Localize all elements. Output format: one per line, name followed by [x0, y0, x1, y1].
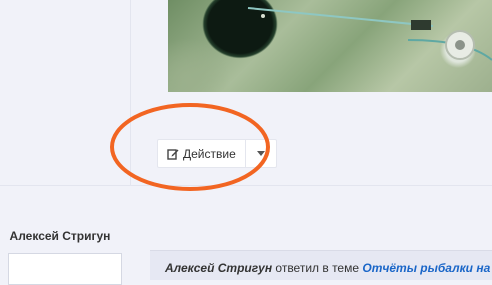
author-column — [0, 0, 131, 185]
activity-line: Алексей Стригун ответил в теме Отчёты ры… — [150, 250, 492, 280]
author-name[interactable]: Алексей Стригун — [0, 229, 120, 243]
ice-fishing-rod-illustration — [247, 7, 492, 61]
activity-verb: ответил в теме — [275, 261, 360, 275]
post-photo[interactable] — [168, 0, 492, 92]
author-avatar[interactable] — [8, 253, 122, 285]
action-dropdown-toggle[interactable] — [244, 140, 276, 167]
action-button[interactable]: Действие — [158, 140, 245, 167]
edit-icon — [167, 148, 179, 160]
post-action-group: Действие — [157, 139, 277, 168]
post-divider — [0, 185, 492, 186]
caret-down-icon — [256, 151, 265, 156]
activity-user[interactable]: Алексей Стригун — [165, 261, 272, 275]
activity-topic-link[interactable]: Отчёты рыбалки на Ура — [362, 261, 492, 275]
action-button-label: Действие — [183, 146, 236, 161]
